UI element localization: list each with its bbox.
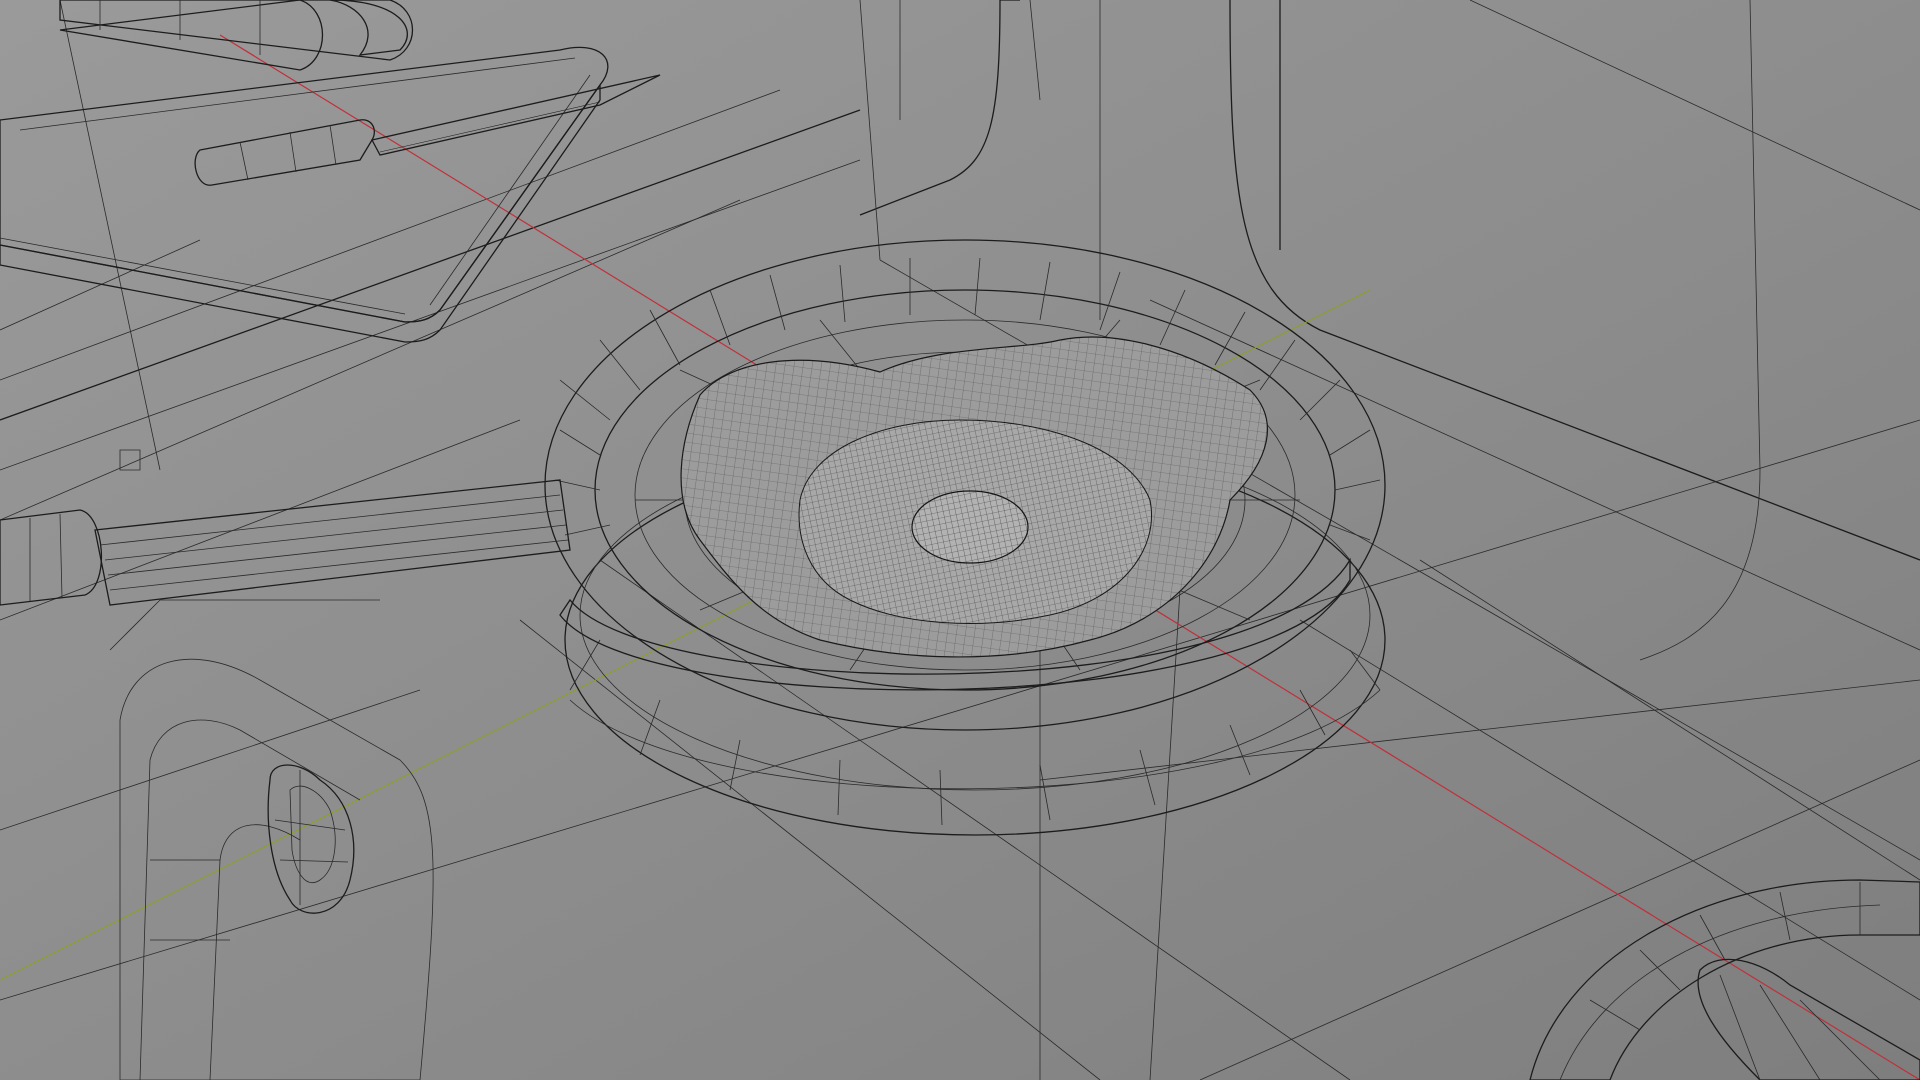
viewport-canvas[interactable] [0, 0, 1920, 1080]
3d-viewport[interactable] [0, 0, 1920, 1080]
